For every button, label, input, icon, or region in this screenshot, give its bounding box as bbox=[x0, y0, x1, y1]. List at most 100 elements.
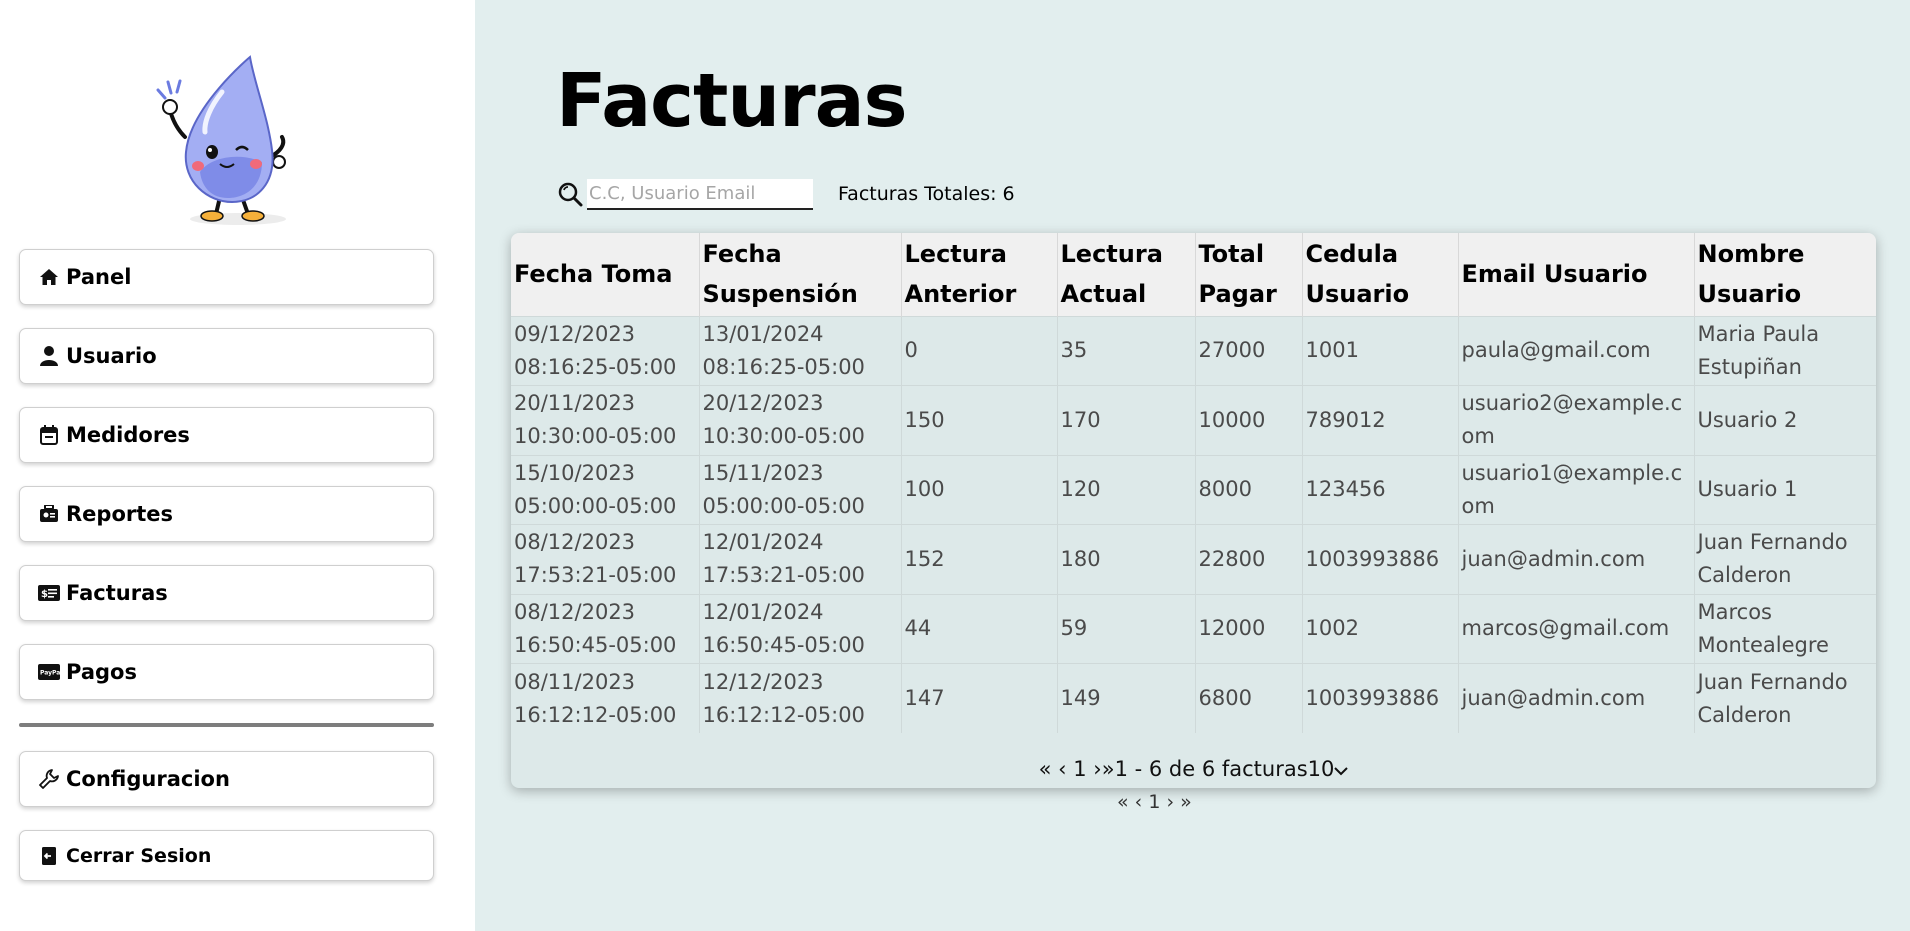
search-icon[interactable] bbox=[557, 181, 583, 207]
column-header-fecha-toma: Fecha Toma bbox=[511, 233, 700, 316]
sidebar-divider bbox=[19, 723, 434, 727]
table-cell: 100 bbox=[901, 455, 1058, 525]
last-page-button[interactable]: » bbox=[1102, 757, 1115, 781]
current-page-button[interactable]: 1 bbox=[1073, 757, 1086, 781]
page-size-value: 10 bbox=[1307, 757, 1335, 781]
sidebar-item-facturas[interactable]: $ Facturas bbox=[19, 565, 434, 621]
column-header-lectura-actual: Lectura Actual bbox=[1057, 233, 1196, 316]
table-cell: 170 bbox=[1057, 385, 1196, 455]
first-page-button-secondary[interactable]: « bbox=[1117, 791, 1129, 813]
table-cell: 1003993886 bbox=[1302, 524, 1459, 594]
pagination-secondary: « ‹ 1 › » bbox=[1117, 791, 1192, 813]
invoice-icon: $ bbox=[38, 582, 60, 604]
table-cell: 12/01/2024 16:50:45-05:00 bbox=[699, 594, 902, 664]
table-cell: 1002 bbox=[1302, 594, 1459, 664]
table-cell: 147 bbox=[901, 663, 1058, 733]
invoice-total-count: Facturas Totales: 6 bbox=[838, 183, 1015, 205]
sidebar-item-medidores[interactable]: Medidores bbox=[19, 407, 434, 463]
table-cell: 20/11/2023 10:30:00-05:00 bbox=[511, 385, 700, 455]
table-cell: 1001 bbox=[1302, 316, 1459, 386]
report-icon bbox=[38, 503, 60, 525]
home-icon bbox=[38, 266, 60, 288]
table-cell: Usuario 1 bbox=[1697, 477, 1798, 502]
table-cell: juan@admin.com bbox=[1458, 663, 1695, 733]
table-cell: 44 bbox=[901, 594, 1058, 664]
table-row: 08/12/2023 16:50:45-05:00 12/01/2024 16:5… bbox=[511, 594, 1876, 664]
column-header-nombre-usuario: Nombre Usuario bbox=[1697, 240, 1805, 309]
table-cell: 0 bbox=[901, 316, 1058, 386]
table-row: 08/11/2023 16:12:12-05:00 12/12/2023 16:1… bbox=[511, 663, 1876, 733]
current-page-button-secondary[interactable]: 1 bbox=[1148, 791, 1160, 813]
table-cell: juan@admin.com bbox=[1458, 524, 1695, 594]
next-page-button-secondary[interactable]: › bbox=[1166, 791, 1174, 813]
sidebar-item-label: Facturas bbox=[66, 581, 168, 605]
table-cell: 8000 bbox=[1195, 455, 1303, 525]
column-header-email-usuario: Email Usuario bbox=[1458, 233, 1695, 316]
table-row: 15/10/2023 05:00:00-05:00 15/11/2023 05:0… bbox=[511, 455, 1876, 525]
first-page-button[interactable]: « bbox=[1039, 757, 1052, 781]
water-drop-mascot-logo bbox=[156, 55, 286, 225]
table-cell: 12000 bbox=[1195, 594, 1303, 664]
prev-page-button-secondary[interactable]: ‹ bbox=[1135, 791, 1143, 813]
sidebar: Panel Usuario Medidores Reportes $ Factu… bbox=[0, 0, 475, 931]
last-page-button-secondary[interactable]: » bbox=[1180, 791, 1192, 813]
prev-page-button[interactable]: ‹ bbox=[1058, 757, 1066, 781]
table-row: 09/12/2023 08:16:25-05:00 13/01/2024 08:1… bbox=[511, 316, 1876, 386]
table-cell: Marcos Montealegre bbox=[1697, 599, 1829, 657]
table-cell: 22800 bbox=[1195, 524, 1303, 594]
next-page-button[interactable]: › bbox=[1093, 757, 1101, 781]
sidebar-item-label: Reportes bbox=[66, 502, 174, 526]
table-cell: 09/12/2023 08:16:25-05:00 bbox=[511, 316, 700, 386]
table-cell: 27000 bbox=[1195, 316, 1303, 386]
svg-text:$: $ bbox=[41, 589, 48, 600]
table-cell: paula@gmail.com bbox=[1458, 316, 1695, 386]
settings-label: Configuracion bbox=[66, 767, 230, 791]
sidebar-item-label: Pagos bbox=[66, 660, 137, 684]
sidebar-item-label: Panel bbox=[66, 265, 132, 289]
table-cell: Juan Fernando Calderon bbox=[1697, 669, 1848, 727]
logout-icon bbox=[38, 845, 60, 867]
column-header-cedula-usuario: Cedula Usuario bbox=[1302, 233, 1459, 316]
invoices-table: Fecha Toma Fecha Suspensión Lectura Ante… bbox=[511, 233, 1876, 733]
table-cell: 13/01/2024 08:16:25-05:00 bbox=[699, 316, 902, 386]
settings-button[interactable]: Configuracion bbox=[19, 751, 434, 807]
pagination-range-text: 1 - 6 de 6 facturas bbox=[1114, 757, 1308, 781]
table-cell: 150 bbox=[901, 385, 1058, 455]
sidebar-item-pagos[interactable]: PayPal Pagos bbox=[19, 644, 434, 700]
table-cell: 1003993886 bbox=[1302, 663, 1459, 733]
table-cell: 08/11/2023 16:12:12-05:00 bbox=[511, 663, 700, 733]
calendar-icon bbox=[38, 424, 60, 446]
table-cell: 12/01/2024 17:53:21-05:00 bbox=[699, 524, 902, 594]
table-row: 20/11/2023 10:30:00-05:00 20/12/2023 10:3… bbox=[511, 385, 1876, 455]
sidebar-item-panel[interactable]: Panel bbox=[19, 249, 434, 305]
table-cell: 149 bbox=[1057, 663, 1196, 733]
sidebar-item-usuario[interactable]: Usuario bbox=[19, 328, 434, 384]
table-cell: Maria Paula Estupiñan bbox=[1697, 321, 1820, 379]
sidebar-item-reportes[interactable]: Reportes bbox=[19, 486, 434, 542]
column-header-fecha-suspension: Fecha Suspensión bbox=[699, 233, 902, 316]
table-cell: 180 bbox=[1057, 524, 1196, 594]
table-cell: 123456 bbox=[1302, 455, 1459, 525]
logout-button[interactable]: Cerrar Sesion bbox=[19, 830, 434, 881]
table-cell: marcos@gmail.com bbox=[1458, 594, 1695, 664]
svg-text:PayPal: PayPal bbox=[40, 670, 60, 677]
table-cell: 10000 bbox=[1195, 385, 1303, 455]
column-header-lectura-anterior: Lectura Anterior bbox=[901, 233, 1058, 316]
table-cell: 20/12/2023 10:30:00-05:00 bbox=[699, 385, 902, 455]
table-cell: Usuario 2 bbox=[1697, 407, 1798, 432]
search-input[interactable] bbox=[587, 179, 813, 210]
table-cell: 08/12/2023 17:53:21-05:00 bbox=[511, 524, 700, 594]
table-row: 08/12/2023 17:53:21-05:00 12/01/2024 17:5… bbox=[511, 524, 1876, 594]
page-size-select[interactable]: 10 bbox=[1308, 757, 1349, 781]
table-cell: 152 bbox=[901, 524, 1058, 594]
table-cell: Juan Fernando Calderon bbox=[1697, 530, 1848, 588]
chevron-down-icon bbox=[1334, 757, 1349, 781]
table-cell: usuario2@example.com bbox=[1458, 385, 1695, 455]
page-title: Facturas bbox=[556, 58, 908, 144]
sidebar-item-label: Usuario bbox=[66, 344, 157, 368]
table-cell: 59 bbox=[1057, 594, 1196, 664]
table-cell: 6800 bbox=[1195, 663, 1303, 733]
table-cell: 35 bbox=[1057, 316, 1196, 386]
table-header-row: Fecha Toma Fecha Suspensión Lectura Ante… bbox=[511, 233, 1876, 316]
logout-label: Cerrar Sesion bbox=[66, 844, 212, 867]
